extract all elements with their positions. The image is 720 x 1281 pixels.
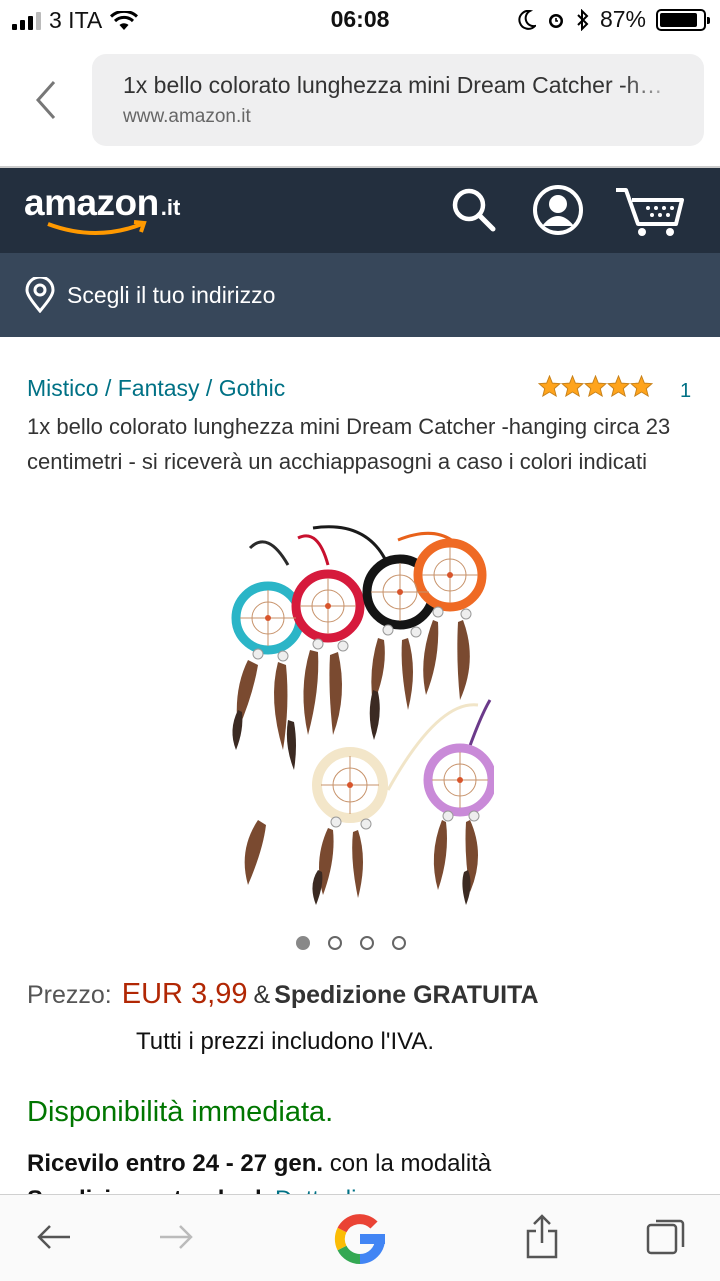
status-right: 87% <box>518 6 710 33</box>
cart-icon[interactable] <box>614 186 686 238</box>
browser-back-icon[interactable] <box>28 76 68 124</box>
star-icon <box>561 375 584 397</box>
pagination-dot[interactable] <box>360 936 374 950</box>
price-label: Prezzo: <box>27 981 112 1009</box>
star-icon <box>538 375 561 397</box>
pagination-dot[interactable] <box>296 936 310 950</box>
price-row: Prezzo: EUR 3,99 & Spedizione GRATUITA <box>27 978 539 1011</box>
rating-count[interactable]: 1 <box>680 380 691 403</box>
product-image[interactable] <box>228 520 497 905</box>
browser-url-bar: 1x bello colorato lunghezza mini Dream C… <box>0 40 720 166</box>
smile-arrow-icon <box>47 220 147 235</box>
bluetooth-icon <box>577 8 589 31</box>
product-title: 1x bello colorato lunghezza mini Dream C… <box>27 414 671 474</box>
share-icon[interactable] <box>524 1213 560 1261</box>
delivery-dates: Ricevilo entro 24 - 27 gen. <box>27 1150 324 1177</box>
account-icon[interactable] <box>532 184 584 236</box>
delivery-estimate: Ricevilo entro 24 - 27 gen. con la modal… <box>27 1150 491 1178</box>
price-value: EUR 3,99 <box>121 978 248 1010</box>
dream-catcher-photo <box>231 525 497 905</box>
address-prompt: Scegli il tuo indirizzo <box>67 282 276 308</box>
battery-percent: 87% <box>599 6 646 32</box>
page-title: 1x bello colorato lunghezza mini Dream C… <box>123 72 683 99</box>
address-field[interactable]: 1x bello colorato lunghezza mini Dream C… <box>92 54 704 146</box>
rating-stars[interactable] <box>538 375 653 397</box>
tabs-icon[interactable] <box>644 1217 688 1257</box>
star-icon <box>584 375 607 397</box>
google-icon[interactable] <box>330 1209 390 1269</box>
availability-status: Disponibilità immediata. <box>27 1096 334 1128</box>
browser-toolbar <box>0 1194 720 1281</box>
price-amp: & <box>253 981 271 1009</box>
brand-link[interactable]: Mistico / Fantasy / Gothic <box>27 375 285 402</box>
moon-icon <box>518 9 536 30</box>
pagination-dot[interactable] <box>328 936 342 950</box>
shipping-label: Spedizione GRATUITA <box>274 981 539 1009</box>
battery-icon <box>656 8 710 31</box>
amazon-logo[interactable]: amazon.it <box>24 182 180 235</box>
address-bar[interactable]: Scegli il tuo indirizzo <box>0 253 720 337</box>
star-icon <box>607 375 630 397</box>
pagination-dot[interactable] <box>392 936 406 950</box>
amazon-header: amazon.it <box>0 168 720 253</box>
page-domain: www.amazon.it <box>123 106 251 127</box>
status-bar: 3 ITA 06:08 87% <box>0 0 720 40</box>
star-icon <box>630 375 653 397</box>
image-pagination[interactable] <box>296 936 406 950</box>
forward-arrow-icon[interactable] <box>156 1221 196 1253</box>
alarm-icon <box>548 13 563 28</box>
vat-note: Tutti i prezzi includono l'IVA. <box>136 1028 435 1055</box>
location-pin-icon <box>25 277 55 313</box>
back-arrow-icon[interactable] <box>34 1221 74 1253</box>
delivery-mode-text: con la modalità <box>329 1150 492 1177</box>
search-icon[interactable] <box>448 184 498 234</box>
